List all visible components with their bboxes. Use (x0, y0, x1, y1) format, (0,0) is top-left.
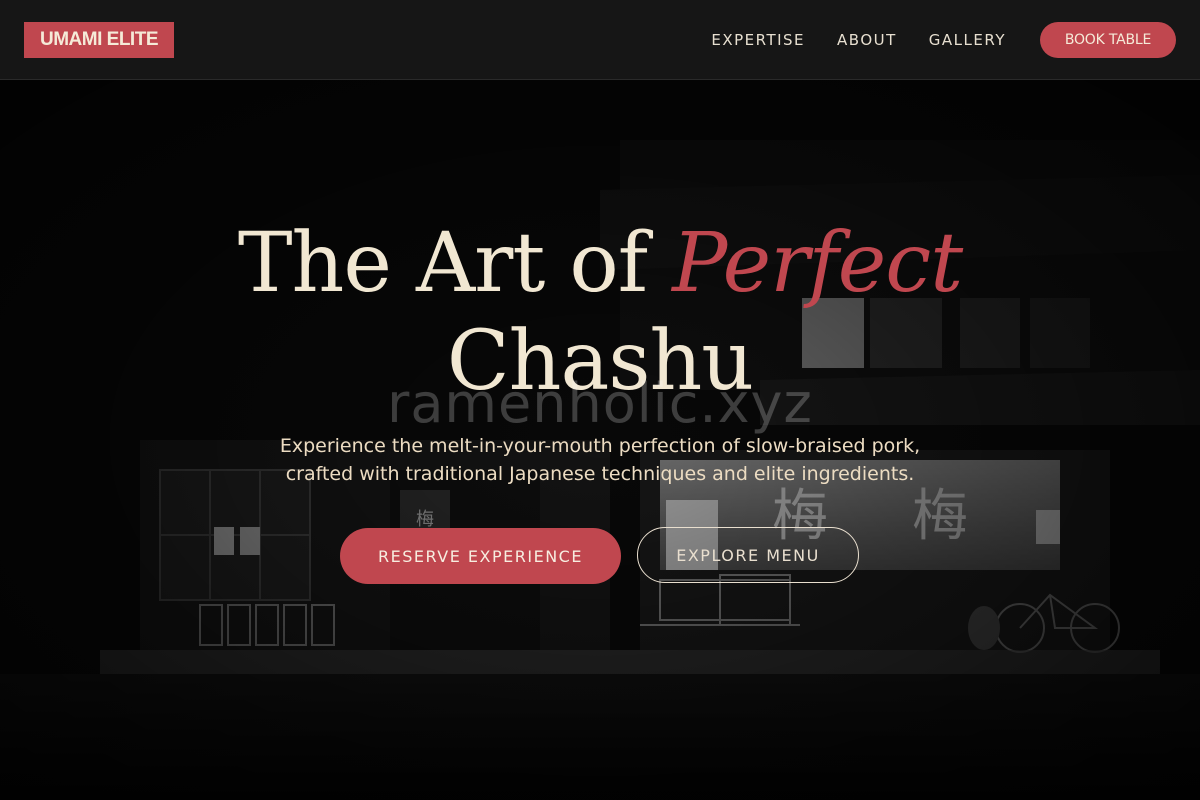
explore-menu-button[interactable]: EXPLORE MENU (637, 527, 859, 583)
hero-title-accent: Perfect (672, 216, 963, 311)
main-nav: EXPERTISE ABOUT GALLERY BOOK TABLE (711, 0, 1200, 80)
hero-section: 梅 梅 梅 The Art of Perfect Chashu (0, 80, 1200, 800)
watermark: ramenholic.xyz (387, 372, 813, 435)
book-table-button[interactable]: BOOK TABLE (1040, 22, 1176, 58)
nav-link-about[interactable]: ABOUT (837, 31, 897, 49)
reserve-experience-button[interactable]: RESERVE EXPERIENCE (340, 528, 621, 584)
hero-subtitle-line1: Experience the melt-in-your-mouth perfec… (279, 435, 921, 457)
site-header: UMAMI ELITE EXPERTISE ABOUT GALLERY BOOK… (0, 0, 1200, 80)
hero-subtitle-line2: crafted with traditional Japanese techni… (285, 463, 915, 485)
nav-link-gallery[interactable]: GALLERY (929, 31, 1006, 49)
logo[interactable]: UMAMI ELITE (24, 22, 174, 58)
hero-title-part: The Art of (237, 216, 673, 311)
hero-content: The Art of Perfect Chashu ramenholic.xyz… (0, 80, 1200, 800)
nav-link-expertise[interactable]: EXPERTISE (711, 31, 805, 49)
hero-title-line1: The Art of Perfect (0, 216, 1200, 312)
